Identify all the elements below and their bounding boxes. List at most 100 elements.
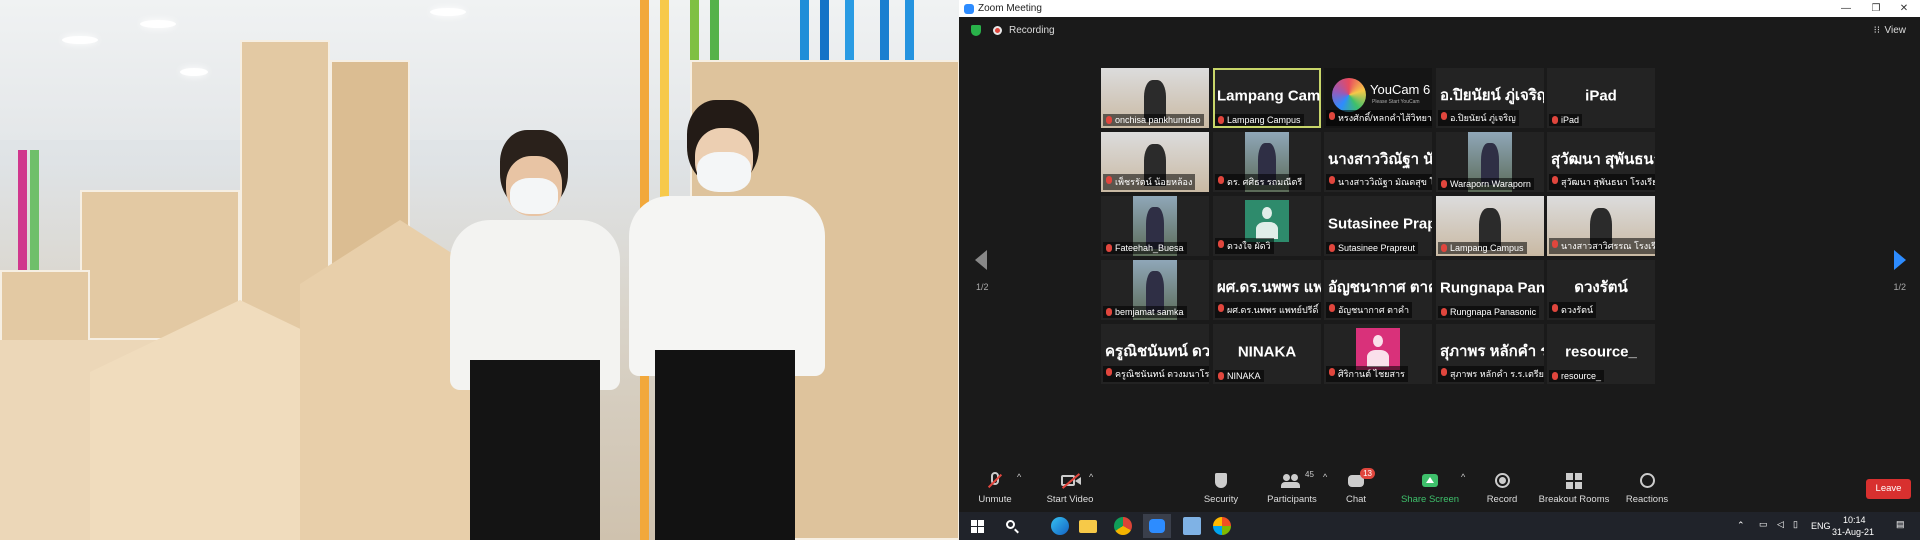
default-avatar-icon: [1356, 328, 1400, 370]
notification-icon[interactable]: ▤: [1896, 519, 1905, 530]
share-screen-icon: [1419, 472, 1441, 490]
recording-label: Recording: [1009, 25, 1055, 36]
participants-button[interactable]: 45 Participants: [1263, 470, 1321, 505]
participant-tile[interactable]: YouCam 6 Please Start YouCam หรงศักดิ์/หลก…: [1324, 68, 1432, 128]
participants-label: Participants: [1267, 494, 1317, 505]
mic-muted-icon: [1329, 368, 1335, 376]
zoom-taskbar-icon[interactable]: [1143, 514, 1171, 538]
prev-page-arrow-icon[interactable]: [975, 250, 987, 270]
participant-tile[interactable]: เพ็ชรรัตน์ น้อยหล้อง: [1101, 132, 1209, 192]
volume-icon[interactable]: ◁: [1777, 519, 1784, 530]
reactions-icon: [1636, 472, 1658, 490]
notes-app-icon[interactable]: [1183, 517, 1201, 535]
clock-time[interactable]: 10:14: [1843, 515, 1866, 525]
shield-icon[interactable]: [971, 25, 981, 36]
view-button[interactable]: View: [1885, 25, 1907, 36]
youcam-logo-icon: [1332, 78, 1366, 112]
participant-tile[interactable]: ดวงใจ ผัดวิ: [1213, 196, 1321, 256]
reactions-button[interactable]: Reactions: [1624, 472, 1670, 505]
breakout-rooms-button[interactable]: Breakout Rooms: [1538, 472, 1610, 505]
maximize-button[interactable]: ❐: [1862, 0, 1890, 17]
language-indicator[interactable]: ENG: [1811, 521, 1831, 531]
default-avatar-icon: [1245, 200, 1289, 242]
participant-tile[interactable]: Lampang Campus Lampang Campus: [1213, 68, 1321, 128]
participant-name-label: เพ็ชรรัตน์ น้อยหล้อง: [1103, 174, 1196, 190]
participant-tile[interactable]: สุภาพร หลักคำ ร.... สุภาพร หลักคำ ร.ร.เตร…: [1436, 324, 1544, 384]
windows-start-icon[interactable]: [969, 517, 987, 535]
paint-app-icon[interactable]: [1213, 517, 1231, 535]
participants-chevron-icon[interactable]: ^: [1323, 472, 1327, 482]
participant-tile[interactable]: อ.ปิยนัยน์ ภู่เจริญ อ.ปิยนัยน์ ภู่เจริญ: [1436, 68, 1544, 128]
leave-button[interactable]: Leave: [1866, 479, 1911, 499]
chat-button[interactable]: 13 Chat: [1337, 468, 1375, 505]
edge-icon[interactable]: [1051, 517, 1069, 535]
participant-tile[interactable]: iPad iPad: [1547, 68, 1655, 128]
participant-display-name: อ.ปิยนัยน์ ภู่เจริญ: [1440, 87, 1544, 105]
zoom-logo-icon: [964, 3, 974, 14]
mic-muted-icon: [1106, 368, 1112, 376]
participant-tile[interactable]: Lampang Campus: [1436, 196, 1544, 256]
share-options-chevron-icon[interactable]: ^: [1461, 472, 1465, 482]
participant-name-label: ดวงใจ ผัดวิ: [1215, 238, 1274, 254]
tray-overflow-icon[interactable]: ⌃: [1737, 520, 1745, 531]
mic-muted-icon: [1552, 304, 1558, 312]
participant-display-name: ครูณิชนันทน์ ดวง...: [1105, 343, 1209, 361]
record-button[interactable]: Record: [1482, 472, 1522, 505]
security-button[interactable]: Security: [1196, 472, 1246, 505]
participant-tile[interactable]: Waraporn Waraporn: [1436, 132, 1544, 192]
participant-tile[interactable]: NINAKA NINAKA: [1213, 324, 1321, 384]
participant-display-name: Sutasinee Prapr...: [1328, 215, 1432, 233]
participant-tile[interactable]: อัญชนากาศ ตาคำอัญชนากาศ ตาคำ: [1324, 260, 1432, 320]
participant-tile[interactable]: onchisa pankhumdao: [1101, 68, 1209, 128]
unmute-button[interactable]: Unmute: [975, 472, 1015, 505]
mic-muted-icon: [1441, 244, 1447, 252]
youcam-title: YouCam 6: [1370, 82, 1431, 97]
participant-name-label: ดวงรัตน์: [1549, 302, 1597, 318]
share-screen-label: Share Screen: [1400, 494, 1460, 505]
participant-tile[interactable]: ผศ.ดร.นพพร แพ... ผศ.ดร.นพพร แพทย์ปรีดิ์: [1213, 260, 1321, 320]
network-icon[interactable]: ▭: [1759, 519, 1768, 530]
chat-label: Chat: [1345, 494, 1367, 505]
participant-tile[interactable]: bemjamat samka: [1101, 260, 1209, 320]
battery-icon[interactable]: ▯: [1793, 519, 1798, 530]
mic-muted-icon: [1441, 368, 1447, 376]
close-button[interactable]: ✕: [1890, 0, 1918, 17]
windows-taskbar: ⌃ ▭ ◁ ▯ ENG 10:14 31-Aug-21 ▤: [959, 512, 1920, 540]
participant-name-label: อัญชนากาศ ตาคำ: [1326, 302, 1413, 318]
minimize-button[interactable]: —: [1832, 0, 1860, 17]
mic-muted-icon: [1552, 176, 1558, 184]
search-icon[interactable]: [1003, 517, 1021, 535]
youcam-subtitle: Please Start YouCam: [1372, 99, 1420, 105]
participant-tile[interactable]: นางสาววิณัฐา นั... นางสาววิณัฐา มัณดสุข โ…: [1324, 132, 1432, 192]
participant-tile[interactable]: สุวัฒนา สุพันธนา... สุวัฒนา สุพันธนา โรงเ…: [1547, 132, 1655, 192]
gallery-grid: onchisa pankhumdaoLampang CampusLampang …: [1101, 68, 1781, 458]
meeting-info-bar: Recording ⁝⁝ View: [959, 17, 1920, 45]
file-explorer-icon[interactable]: [1079, 520, 1097, 533]
participant-name-label: หรงศักดิ์/หลกคำไส้วิทยาคม: [1326, 110, 1432, 126]
participant-tile[interactable]: Sutasinee Prapr... Sutasinee Prapreut: [1324, 196, 1432, 256]
participant-tile[interactable]: Fateehah_Buesa: [1101, 196, 1209, 256]
participant-tile[interactable]: ดร. ศศิธร รถมณีตรี: [1213, 132, 1321, 192]
zoom-window: Zoom Meeting — ❐ ✕ Recording ⁝⁝ View 1/2…: [959, 0, 1920, 540]
participant-name-label: อ.ปิยนัยน์ ภู่เจริญ: [1438, 110, 1519, 126]
clock-date[interactable]: 31-Aug-21: [1832, 527, 1874, 537]
participant-tile[interactable]: resource_ resource_: [1547, 324, 1655, 384]
mic-muted-icon: [1552, 372, 1558, 380]
participant-tile[interactable]: ครูณิชนันทน์ ดวง... ครูณิชนันทน์ ดวงมนาโร…: [1101, 324, 1209, 384]
participant-display-name: NINAKA: [1237, 343, 1297, 361]
participant-tile[interactable]: Rungnapa Pana... Rungnapa Panasonic: [1436, 260, 1544, 320]
mic-muted-icon: [1106, 244, 1112, 252]
participant-display-name: iPad: [1585, 87, 1617, 105]
participant-name-label: นางสาวสาวิศรรณ โรงเรียนดาร...: [1549, 238, 1655, 254]
security-shield-icon: [1210, 472, 1232, 490]
participant-tile[interactable]: นางสาวสาวิศรรณ โรงเรียนดาร...: [1547, 196, 1655, 256]
chrome-icon[interactable]: [1114, 517, 1132, 535]
next-page-arrow-icon[interactable]: [1894, 250, 1906, 270]
camera-off-icon: [1059, 472, 1081, 490]
audio-options-chevron-icon[interactable]: ^: [1017, 472, 1021, 482]
unmute-label: Unmute: [978, 494, 1012, 505]
participant-tile[interactable]: ศิริกานต์ ไชยสาร: [1324, 324, 1432, 384]
video-options-chevron-icon[interactable]: ^: [1089, 472, 1093, 482]
participant-tile[interactable]: ดวงรัตน์ ดวงรัตน์: [1547, 260, 1655, 320]
share-screen-button[interactable]: Share Screen: [1400, 472, 1460, 505]
